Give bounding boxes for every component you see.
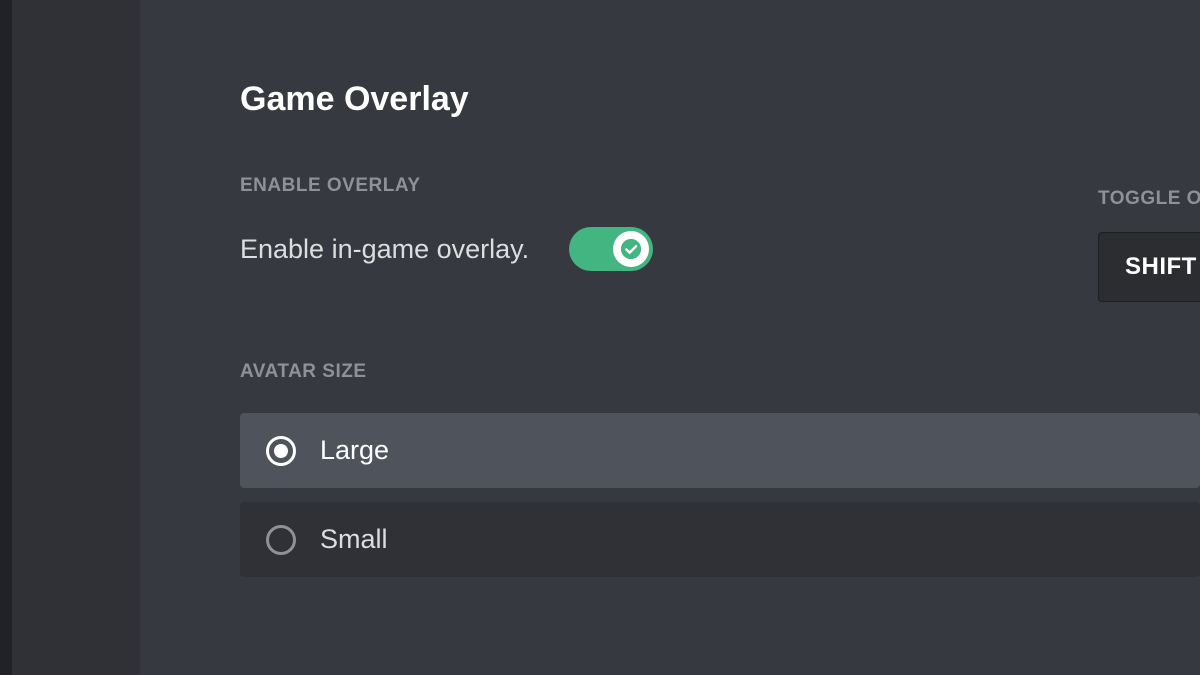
avatar-size-options: Large Small <box>240 413 1200 577</box>
enable-overlay-label: ENABLE OVERLAY <box>240 175 653 197</box>
radio-dot <box>274 444 288 458</box>
enable-overlay-description: Enable in-game overlay. <box>240 234 529 265</box>
option-label: Small <box>320 524 388 555</box>
avatar-size-option-small[interactable]: Small <box>240 502 1200 577</box>
avatar-size-section: AVATAR SIZE Large Small <box>240 361 1200 577</box>
toggle-knob <box>613 231 649 267</box>
radio-unselected-icon <box>266 525 296 555</box>
enable-overlay-setting: Enable in-game overlay. <box>240 227 653 271</box>
radio-selected-icon <box>266 436 296 466</box>
option-label: Large <box>320 435 389 466</box>
enable-overlay-col: ENABLE OVERLAY Enable in-game overlay. <box>240 175 653 271</box>
check-icon <box>620 238 642 260</box>
avatar-size-option-large[interactable]: Large <box>240 413 1200 488</box>
toggle-lock-label: TOGGLE OVERLAY LOCK <box>1098 188 1200 210</box>
settings-content: Game Overlay ENABLE OVERLAY Enable in-ga… <box>140 0 1200 675</box>
sidebar-edge <box>0 0 12 675</box>
page-title: Game Overlay <box>240 80 1200 119</box>
avatar-size-label: AVATAR SIZE <box>240 361 1200 383</box>
settings-sidebar <box>0 0 140 675</box>
toggle-lock-keybind[interactable]: SHIFT + ` <box>1098 232 1200 302</box>
enable-overlay-row: ENABLE OVERLAY Enable in-game overlay. <box>240 175 1200 271</box>
toggle-lock-col: TOGGLE OVERLAY LOCK SHIFT + ` <box>1098 80 1200 302</box>
enable-overlay-toggle[interactable] <box>569 227 653 271</box>
